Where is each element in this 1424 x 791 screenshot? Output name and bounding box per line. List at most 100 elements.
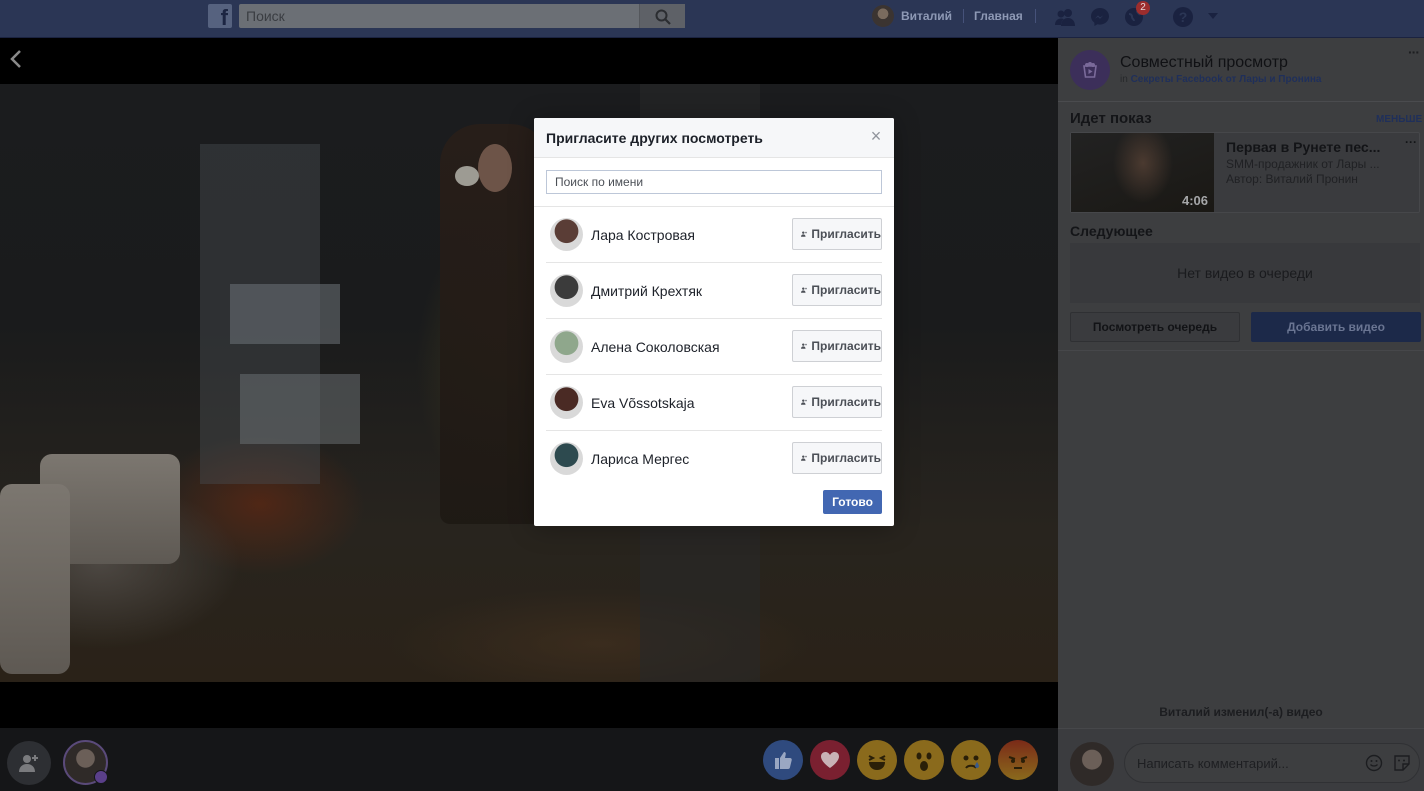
close-icon[interactable]: × <box>868 127 884 145</box>
now-playing-card[interactable]: 4:06 Первая в Рунете пес... SMM-продажни… <box>1070 132 1420 213</box>
person-name[interactable]: Eva Võssotskaja <box>591 395 695 411</box>
add-person-icon <box>801 343 807 349</box>
divider <box>963 9 964 23</box>
avatar[interactable] <box>550 442 583 475</box>
help-icon[interactable]: ? <box>1172 6 1194 28</box>
emoji-icon[interactable] <box>1365 754 1383 772</box>
avatar[interactable] <box>550 386 583 419</box>
like-reaction-icon[interactable] <box>763 740 803 780</box>
up-next-heading: Следующее <box>1070 223 1153 239</box>
wow-reaction-icon[interactable] <box>904 740 944 780</box>
video-frame <box>0 84 1058 682</box>
video-player[interactable] <box>0 38 1058 791</box>
home-link[interactable]: Главная <box>974 9 1023 23</box>
list-item: Лариса Мергес Пригласить <box>546 431 882 477</box>
invite-label: Пригласить <box>811 283 881 297</box>
video-thumbnail[interactable]: 4:06 <box>1071 133 1214 212</box>
invite-label: Пригласить <box>811 451 881 465</box>
video-duration: 4:06 <box>1181 193 1208 208</box>
svg-text:?: ? <box>1179 9 1188 25</box>
divider <box>1058 350 1424 351</box>
search-button[interactable] <box>639 4 685 28</box>
comment-field <box>1124 743 1420 783</box>
sad-reaction-icon[interactable] <box>951 740 991 780</box>
dialog-title: Пригласите других посмотреть <box>546 130 763 146</box>
add-video-button[interactable]: Добавить видео <box>1251 312 1421 342</box>
person-name[interactable]: Алена Соколовская <box>591 339 720 355</box>
video-face <box>478 144 512 192</box>
top-navigation-bar: f Виталий Главная 2 ? <box>0 0 1424 38</box>
invite-button[interactable]: Пригласить <box>792 442 882 474</box>
back-arrow-icon[interactable] <box>6 48 26 70</box>
invite-button[interactable]: Пригласить <box>792 330 882 362</box>
show-less-link[interactable]: МЕНЬШЕ <box>1376 114 1422 125</box>
video-title[interactable]: Первая в Рунете пес... <box>1226 139 1396 155</box>
video-box <box>240 374 360 444</box>
add-person-icon <box>801 287 807 293</box>
host-badge-icon <box>94 770 108 784</box>
angry-reaction-icon[interactable] <box>998 740 1038 780</box>
list-item: Дмитрий Крехтяк Пригласить <box>546 263 882 319</box>
panel-subtitle: in Секреты Facebook от Лары и Пронина <box>1120 74 1322 85</box>
sticker-icon[interactable] <box>1393 754 1411 772</box>
avatar <box>1070 742 1114 786</box>
invite-button[interactable]: Пригласить <box>792 386 882 418</box>
invite-viewers-button[interactable] <box>7 741 51 785</box>
name-search-field <box>546 170 882 194</box>
video-microphone <box>455 166 479 186</box>
dialog-header: Пригласите других посмотреть × <box>534 118 894 158</box>
viewer-bar <box>0 728 1058 791</box>
activity-message: Виталий изменил(-а) видео <box>1159 705 1323 719</box>
divider <box>1035 9 1036 23</box>
done-button[interactable]: Готово <box>823 490 882 514</box>
panel-sub-prefix: in <box>1120 74 1128 85</box>
video-options-button[interactable]: ··· <box>1405 135 1417 149</box>
chevron-down-icon[interactable] <box>1206 11 1220 21</box>
invite-button[interactable]: Пригласить <box>792 274 882 306</box>
invite-button[interactable]: Пригласить <box>792 218 882 250</box>
avatar[interactable] <box>550 274 583 307</box>
global-search <box>239 4 685 28</box>
invite-label: Пригласить <box>811 227 881 241</box>
video-author: Автор: Виталий Пронин <box>1226 172 1358 186</box>
person-name[interactable]: Дмитрий Крехтяк <box>591 283 702 299</box>
view-queue-button[interactable]: Посмотреть очередь <box>1070 312 1240 342</box>
love-reaction-icon[interactable] <box>810 740 850 780</box>
watch-party-panel: Совместный просмотр in Секреты Facebook … <box>1058 38 1424 791</box>
now-playing-heading: Идет показ <box>1070 110 1152 127</box>
person-name[interactable]: Лара Костровая <box>591 227 695 243</box>
list-item: Алена Соколовская Пригласить <box>546 319 882 375</box>
group-link[interactable]: Секреты Facebook от Лары и Пронина <box>1131 74 1322 85</box>
invite-label: Пригласить <box>811 339 881 353</box>
avatar <box>872 5 894 27</box>
notifications-badge: 2 <box>1136 1 1150 15</box>
panel-title: Совместный просмотр <box>1120 54 1288 71</box>
comment-composer <box>1058 728 1424 791</box>
search-icon <box>655 9 671 25</box>
add-person-icon <box>801 399 807 405</box>
list-item: Eva Võssotskaja Пригласить <box>546 375 882 431</box>
invite-dialog: Пригласите других посмотреть × Лара Кост… <box>534 118 894 526</box>
user-name: Виталий <box>901 9 952 23</box>
add-person-icon <box>801 231 807 237</box>
global-search-input[interactable] <box>239 4 639 28</box>
list-item: Лара Костровая Пригласить <box>546 207 882 263</box>
name-search-input[interactable] <box>547 171 881 193</box>
messenger-icon[interactable] <box>1089 6 1111 28</box>
video-drum <box>0 484 70 674</box>
add-person-icon <box>801 455 807 461</box>
comment-input[interactable] <box>1125 744 1355 782</box>
more-options-button[interactable]: ··· <box>1408 44 1420 60</box>
friend-requests-icon[interactable] <box>1054 6 1076 28</box>
add-person-icon <box>19 755 38 772</box>
avatar[interactable] <box>550 218 583 251</box>
avatar[interactable] <box>550 330 583 363</box>
profile-link[interactable]: Виталий <box>872 5 952 27</box>
person-name[interactable]: Лариса Мергес <box>591 451 689 467</box>
haha-reaction-icon[interactable] <box>857 740 897 780</box>
facebook-logo[interactable]: f <box>208 4 232 28</box>
queue-empty-message: Нет видео в очереди <box>1070 243 1420 303</box>
watch-party-icon <box>1070 50 1110 90</box>
reactions-bar <box>763 740 1038 780</box>
video-box <box>230 284 340 344</box>
